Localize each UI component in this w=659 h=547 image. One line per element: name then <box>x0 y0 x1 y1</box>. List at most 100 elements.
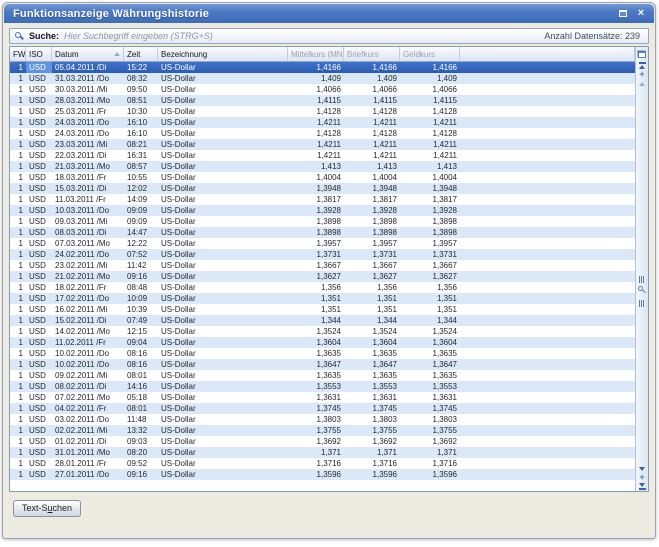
table-row[interactable]: 1USD16.02.2011 /Mi10:39US-Dollar1,3511,3… <box>10 304 635 315</box>
table-row[interactable]: 1USD24.03.2011 /Do16:10US-Dollar1,41281,… <box>10 128 635 139</box>
arrow-up-icon <box>639 82 645 86</box>
cell-mittel: 1,3745 <box>288 403 344 414</box>
table-row[interactable]: 1USD03.02.2011 /Do11:48US-Dollar1,38031,… <box>10 414 635 425</box>
cell-zeit: 12:02 <box>124 183 158 194</box>
table-row[interactable]: 1USD15.02.2011 /Di07:49US-Dollar1,3441,3… <box>10 315 635 326</box>
currency-history-grid: FWISODatumZeitBezeichnungMittelkurs (MN)… <box>9 46 649 492</box>
cell-fw: 1 <box>10 117 26 128</box>
title-bar[interactable]: Funktionsanzeige Währungshistorie × <box>4 4 654 23</box>
rows-icon[interactable] <box>637 299 646 307</box>
table-row[interactable]: 1USD28.03.2011 /Mo08:51US-Dollar1,41151,… <box>10 95 635 106</box>
table-row[interactable]: 1USD10.02.2011 /Do08:16US-Dollar1,36351,… <box>10 348 635 359</box>
table-row[interactable]: 1USD07.02.2011 /Mo05:18US-Dollar1,36311,… <box>10 392 635 403</box>
table-row[interactable]: 1USD09.02.2011 /Mi08:01US-Dollar1,36351,… <box>10 370 635 381</box>
cell-brief: 1,344 <box>344 315 400 326</box>
grid-body: 1USD05.04.2011 /Di15:22US-Dollar1,41661,… <box>10 62 635 491</box>
scroll-page-up-button[interactable]: + <box>637 70 648 79</box>
cell-zeit: 08:32 <box>124 73 158 84</box>
scroll-page-down-button[interactable]: + <box>637 473 648 482</box>
table-row[interactable]: 1USD02.02.2011 /Mi13:32US-Dollar1,37551,… <box>10 425 635 436</box>
table-row[interactable]: 1USD11.03.2011 /Fr14:09US-Dollar1,38171,… <box>10 194 635 205</box>
cell-iso: USD <box>26 84 52 95</box>
columns-icon[interactable] <box>637 275 646 283</box>
cell-fw: 1 <box>10 403 26 414</box>
table-row[interactable]: 1USD08.03.2011 /Di14:47US-Dollar1,38981,… <box>10 227 635 238</box>
column-chooser-button[interactable] <box>637 48 648 61</box>
cell-mittel: 1,351 <box>288 304 344 315</box>
column-header-datum[interactable]: Datum <box>52 47 124 61</box>
vertical-scrollbar[interactable]: + + <box>635 47 648 491</box>
close-button[interactable]: × <box>634 7 648 20</box>
grid-header: FWISODatumZeitBezeichnungMittelkurs (MN)… <box>10 47 635 62</box>
cell-brief: 1,3631 <box>344 392 400 403</box>
cell-zeit: 09:04 <box>124 337 158 348</box>
cell-geld: 1,3957 <box>400 238 460 249</box>
column-header-bez[interactable]: Bezeichnung <box>158 47 288 61</box>
table-row[interactable]: 1USD25.03.2011 /Fr10:30US-Dollar1,41281,… <box>10 106 635 117</box>
cell-geld: 1,4211 <box>400 117 460 128</box>
table-row[interactable]: 1USD22.03.2011 /Di16:31US-Dollar1,42111,… <box>10 150 635 161</box>
table-row[interactable]: 1USD18.02.2011 /Fr08:48US-Dollar1,3561,3… <box>10 282 635 293</box>
column-header-iso[interactable]: ISO <box>26 47 52 61</box>
cell-datum: 18.02.2011 /Fr <box>52 282 124 293</box>
cell-bez: US-Dollar <box>158 337 288 348</box>
table-row[interactable]: 1USD24.03.2011 /Do16:10US-Dollar1,42111,… <box>10 117 635 128</box>
table-row[interactable]: 1USD28.01.2011 /Fr09:52US-Dollar1,37161,… <box>10 458 635 469</box>
column-header-fw[interactable]: FW <box>10 47 26 61</box>
cell-iso: USD <box>26 216 52 227</box>
cell-mittel: 1,4211 <box>288 150 344 161</box>
cell-fw: 1 <box>10 337 26 348</box>
column-header-mittel[interactable]: Mittelkurs (MN) <box>288 47 344 61</box>
cell-mittel: 1,4211 <box>288 117 344 128</box>
column-header-brief[interactable]: Briefkurs <box>344 47 400 61</box>
table-row[interactable]: 1USD17.02.2011 /Do10:09US-Dollar1,3511,3… <box>10 293 635 304</box>
cell-mittel: 1,3635 <box>288 348 344 359</box>
cell-zeit: 07:49 <box>124 315 158 326</box>
table-row[interactable]: 1USD15.03.2011 /Di12:02US-Dollar1,39481,… <box>10 183 635 194</box>
table-row[interactable]: 1USD08.02.2011 /Di14:16US-Dollar1,35531,… <box>10 381 635 392</box>
column-chooser-icon <box>638 51 646 58</box>
restore-button[interactable] <box>616 7 630 20</box>
table-row[interactable]: 1USD10.03.2011 /Do09:09US-Dollar1,39281,… <box>10 205 635 216</box>
search-bar[interactable]: Suche: Hier Suchbegriff eingeben (STRG+S… <box>9 28 649 44</box>
table-row[interactable]: 1USD21.03.2011 /Mo08:57US-Dollar1,4131,4… <box>10 161 635 172</box>
search-input[interactable]: Hier Suchbegriff eingeben (STRG+S) <box>64 31 213 41</box>
cell-datum: 01.02.2011 /Di <box>52 436 124 447</box>
table-row[interactable]: 1USD09.03.2011 /Mi09:09US-Dollar1,38981,… <box>10 216 635 227</box>
column-header-zeit[interactable]: Zeit <box>124 47 158 61</box>
cell-datum: 31.03.2011 /Do <box>52 73 124 84</box>
cell-bez: US-Dollar <box>158 469 288 480</box>
cell-datum: 27.01.2011 /Do <box>52 469 124 480</box>
table-row[interactable]: 1USD21.02.2011 /Mo09:16US-Dollar1,36271,… <box>10 271 635 282</box>
magnifier-icon[interactable] <box>637 286 646 296</box>
table-row[interactable]: 1USD30.03.2011 /Mi09:50US-Dollar1,40661,… <box>10 84 635 95</box>
table-row[interactable]: 1USD11.02.2011 /Fr09:04US-Dollar1,36041,… <box>10 337 635 348</box>
cell-zeit: 08:57 <box>124 161 158 172</box>
table-row[interactable]: 1USD07.03.2011 /Mo12:22US-Dollar1,39571,… <box>10 238 635 249</box>
cell-mittel: 1,4128 <box>288 106 344 117</box>
cell-geld: 1,3635 <box>400 348 460 359</box>
cell-bez: US-Dollar <box>158 392 288 403</box>
table-row[interactable]: 1USD04.02.2011 /Fr08:01US-Dollar1,37451,… <box>10 403 635 414</box>
table-row[interactable]: 1USD01.02.2011 /Di09:03US-Dollar1,36921,… <box>10 436 635 447</box>
table-row[interactable]: 1USD05.04.2011 /Di15:22US-Dollar1,41661,… <box>10 62 635 73</box>
scroll-to-bottom-button[interactable] <box>637 482 648 491</box>
scroll-up-button[interactable] <box>637 79 648 88</box>
cell-fw: 1 <box>10 95 26 106</box>
cell-zeit: 14:47 <box>124 227 158 238</box>
table-row[interactable]: 1USD23.02.2011 /Mi11:42US-Dollar1,36671,… <box>10 260 635 271</box>
table-row[interactable]: 1USD18.03.2011 /Fr10:55US-Dollar1,40041,… <box>10 172 635 183</box>
cell-datum: 07.03.2011 /Mo <box>52 238 124 249</box>
cell-mittel: 1,4128 <box>288 128 344 139</box>
table-row[interactable]: 1USD24.02.2011 /Do07:52US-Dollar1,37311,… <box>10 249 635 260</box>
column-header-geld[interactable]: Geldkurs <box>400 47 460 61</box>
table-row[interactable]: 1USD10.02.2011 /Do08:16US-Dollar1,36471,… <box>10 359 635 370</box>
table-row[interactable]: 1USD14.02.2011 /Mo12:15US-Dollar1,35241,… <box>10 326 635 337</box>
cell-geld: 1,3803 <box>400 414 460 425</box>
table-row[interactable]: 1USD31.01.2011 /Mo08:20US-Dollar1,3711,3… <box>10 447 635 458</box>
table-row[interactable]: 1USD31.03.2011 /Do08:32US-Dollar1,4091,4… <box>10 73 635 84</box>
text-search-button[interactable]: Text-Suchen <box>13 500 81 517</box>
cell-datum: 10.02.2011 /Do <box>52 348 124 359</box>
table-row[interactable]: 1USD27.01.2011 /Do09:16US-Dollar1,35961,… <box>10 469 635 480</box>
table-row[interactable]: 1USD23.03.2011 /Mi08:21US-Dollar1,42111,… <box>10 139 635 150</box>
